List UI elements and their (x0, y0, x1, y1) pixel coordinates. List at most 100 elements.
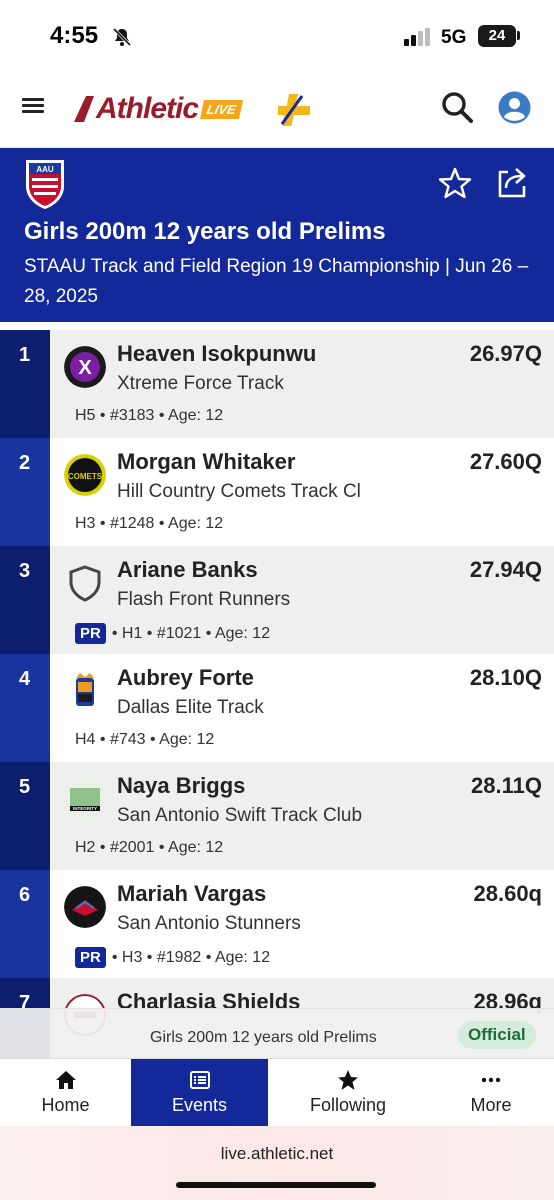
more-dots-icon (481, 1077, 501, 1083)
meta-text: • H1 • #1021 • Age: 12 (111, 624, 271, 642)
url-text: live.athletic.net (220, 1144, 334, 1163)
signal-icon (404, 28, 430, 46)
heat-bib-age: H3 • #1248 • Age: 12 (75, 515, 223, 533)
athlete-name[interactable]: Heaven Isokpunwu (117, 341, 316, 367)
list-icon (189, 1071, 210, 1089)
athletic-live-logo[interactable]: Athletic LIVE (72, 92, 243, 126)
team-name[interactable]: Dallas Elite Track (117, 697, 264, 719)
search-icon[interactable] (440, 90, 474, 124)
system-status-bar: 4:55 5G 24 (0, 0, 554, 72)
home-indicator (176, 1182, 376, 1188)
nav-home[interactable]: Home (0, 1059, 131, 1127)
place: 1 (0, 330, 50, 438)
meta-text: • H3 • #1982 • Age: 12 (111, 948, 271, 966)
personal-record-badge: PR (75, 623, 106, 644)
meet-subtitle[interactable]: STAAU Track and Field Region 19 Champion… (24, 252, 539, 312)
browser-url-bar[interactable]: live.athletic.net (0, 1126, 554, 1200)
battery-indicator: 24 (478, 25, 516, 47)
plus-subscription-icon[interactable] (274, 90, 314, 130)
meta-text: H5 • #3183 • Age: 12 (75, 407, 224, 424)
star-icon (338, 1070, 358, 1090)
nav-following[interactable]: Following (268, 1059, 428, 1127)
favorite-star-icon[interactable] (438, 166, 472, 200)
result-mark: 27.60Q (469, 449, 542, 474)
heat-bib-age: PR • H3 • #1982 • Age: 12 (75, 947, 270, 968)
nav-events[interactable]: Events (131, 1059, 268, 1127)
battery-cap (517, 31, 520, 40)
personal-record-badge: PR (75, 947, 106, 968)
result-row[interactable]: 5 INTEGRITY Naya Briggs 28.11Q San Anton… (0, 762, 554, 870)
aau-logo-icon: AAU (26, 160, 64, 209)
clock: 4:55 (50, 22, 99, 49)
meta-text: H4 • #743 • Age: 12 (75, 731, 215, 748)
result-mark: 28.10Q (469, 665, 542, 690)
result-row[interactable]: 3 Ariane Banks 27.94Q Flash Front Runner… (0, 546, 554, 654)
athlete-name[interactable]: Mariah Vargas (117, 881, 266, 907)
hamburger-menu-button[interactable] (22, 96, 48, 120)
heat-bib-age: H4 • #743 • Age: 12 (75, 731, 214, 749)
menu-line (22, 104, 44, 107)
official-status-badge: Official (458, 1021, 536, 1049)
event-status-strip: Girls 200m 12 years old Prelims Official (0, 1008, 554, 1058)
result-body: Ariane Banks 27.94Q Flash Front Runners … (50, 546, 554, 654)
home-icon (55, 1071, 76, 1089)
shield-placeholder-icon (69, 565, 101, 602)
bottom-navigation: Home Events Following More (0, 1058, 554, 1127)
heat-bib-age: PR • H1 • #1021 • Age: 12 (75, 623, 270, 644)
result-row[interactable]: 1 X Heaven Isokpunwu 26.97Q Xtreme Force… (0, 330, 554, 438)
result-body: X Heaven Isokpunwu 26.97Q Xtreme Force T… (50, 330, 554, 438)
athlete-name[interactable]: Aubrey Forte (117, 665, 254, 691)
logo-live-badge: LIVE (199, 99, 243, 119)
result-mark: 26.97Q (469, 341, 542, 366)
place: 4 (0, 654, 50, 762)
team-logo-icon: X (64, 346, 106, 388)
team-name[interactable]: Hill Country Comets Track Cl (117, 481, 361, 503)
menu-line (22, 98, 44, 101)
athlete-name[interactable]: Naya Briggs (117, 773, 245, 799)
result-body: INTEGRITY Naya Briggs 28.11Q San Antonio… (50, 762, 554, 870)
team-name[interactable]: San Antonio Stunners (117, 913, 301, 935)
team-logo-icon (76, 673, 94, 706)
nav-more[interactable]: More (428, 1059, 554, 1127)
team-name[interactable]: Xtreme Force Track (117, 373, 284, 395)
account-icon[interactable] (498, 91, 531, 124)
result-body: COMETS Morgan Whitaker 27.60Q Hill Count… (50, 438, 554, 546)
team-logo-icon (64, 886, 106, 928)
place: 3 (0, 546, 50, 654)
logo-wordmark: Athletic (96, 92, 199, 125)
app-header: Athletic LIVE (0, 72, 554, 148)
result-body: Aubrey Forte 28.10Q Dallas Elite Track H… (50, 654, 554, 762)
team-logo-icon: COMETS (64, 454, 106, 496)
event-banner: AAU Girls 200m 12 years old Prelims STAA… (0, 148, 554, 322)
place: 6 (0, 870, 50, 978)
team-logo-icon: INTEGRITY (64, 778, 106, 820)
place: 5 (0, 762, 50, 870)
athlete-name[interactable]: Morgan Whitaker (117, 449, 295, 475)
team-logo-text: INTEGRITY (73, 806, 97, 811)
heat-bib-age: H2 • #2001 • Age: 12 (75, 839, 223, 857)
org-logo-text: AAU (36, 165, 54, 174)
event-title: Girls 200m 12 years old Prelims (24, 218, 386, 245)
team-name[interactable]: Flash Front Runners (117, 589, 290, 611)
meta-text: H2 • #2001 • Age: 12 (75, 839, 224, 856)
team-name[interactable]: San Antonio Swift Track Club (117, 805, 362, 827)
bell-muted-icon (112, 27, 132, 47)
share-icon[interactable] (494, 164, 530, 200)
result-row[interactable]: 6 Mariah Vargas 28.60q San Antonio Stunn… (0, 870, 554, 978)
strip-event-label: Girls 200m 12 years old Prelims (150, 1029, 377, 1046)
logo-a-mark-icon (74, 96, 94, 122)
athlete-name[interactable]: Ariane Banks (117, 557, 258, 583)
network-type: 5G (441, 27, 467, 48)
nav-events-label: Events (171, 1095, 228, 1115)
nav-following-label: Following (309, 1095, 387, 1115)
result-mark: 28.60q (473, 881, 543, 906)
heat-bib-age: H5 • #3183 • Age: 12 (75, 407, 223, 425)
result-mark: 27.94Q (469, 557, 542, 582)
result-row[interactable]: 2 COMETS Morgan Whitaker 27.60Q Hill Cou… (0, 438, 554, 546)
menu-line (22, 110, 44, 113)
nav-more-label: More (470, 1095, 512, 1115)
result-row[interactable]: 4 Aubrey Forte 28.10Q Dallas Elite Track… (0, 654, 554, 762)
team-logo-text: X (78, 357, 92, 379)
results-list: 1 X Heaven Isokpunwu 26.97Q Xtreme Force… (0, 330, 554, 1086)
nav-home-label: Home (41, 1095, 90, 1115)
